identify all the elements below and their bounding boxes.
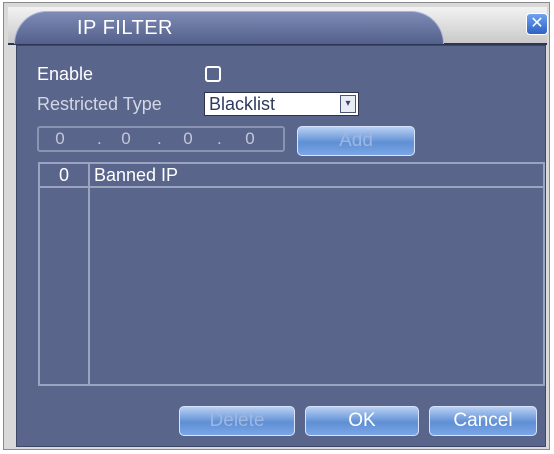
add-button[interactable]: Add xyxy=(297,126,415,156)
ip-separator: . xyxy=(217,129,222,148)
ok-button[interactable]: OK xyxy=(305,406,419,436)
dialog-title: IP FILTER xyxy=(77,17,174,39)
ip-octet-4[interactable]: 0 xyxy=(235,129,265,149)
ip-separator: . xyxy=(157,129,162,148)
title-tab: IP FILTER xyxy=(14,11,444,44)
banned-ip-list[interactable]: 0 Banned IP xyxy=(38,162,545,386)
close-icon: ✕ xyxy=(530,15,544,32)
column-divider xyxy=(88,164,90,384)
title-bar: IP FILTER ✕ xyxy=(8,7,548,45)
enable-label: Enable xyxy=(37,64,94,84)
ip-address-input[interactable]: 0 . 0 . 0 . 0 xyxy=(37,126,285,152)
ip-filter-dialog: IP FILTER ✕ Enable Restricted Type Black… xyxy=(3,2,550,450)
column-header-banned-ip: Banned IP xyxy=(94,165,179,185)
ip-octet-2[interactable]: 0 xyxy=(111,129,141,149)
ip-separator: . xyxy=(97,129,102,148)
column-header-index: 0 xyxy=(58,165,69,185)
restricted-type-value: Blacklist xyxy=(209,94,276,114)
close-button[interactable]: ✕ xyxy=(526,13,548,35)
restricted-type-label: Restricted Type xyxy=(37,94,162,114)
delete-button[interactable]: Delete xyxy=(179,406,295,436)
chevron-down-icon[interactable]: ▾ xyxy=(340,95,356,113)
list-header: 0 Banned IP xyxy=(40,164,543,188)
ip-octet-3[interactable]: 0 xyxy=(173,129,203,149)
ip-octet-1[interactable]: 0 xyxy=(45,129,75,149)
enable-checkbox[interactable] xyxy=(205,66,221,82)
restricted-type-select[interactable]: Blacklist ▾ xyxy=(204,92,359,116)
cancel-button[interactable]: Cancel xyxy=(429,406,537,436)
dialog-body: Enable Restricted Type Blacklist ▾ 0 . 0… xyxy=(16,45,546,447)
